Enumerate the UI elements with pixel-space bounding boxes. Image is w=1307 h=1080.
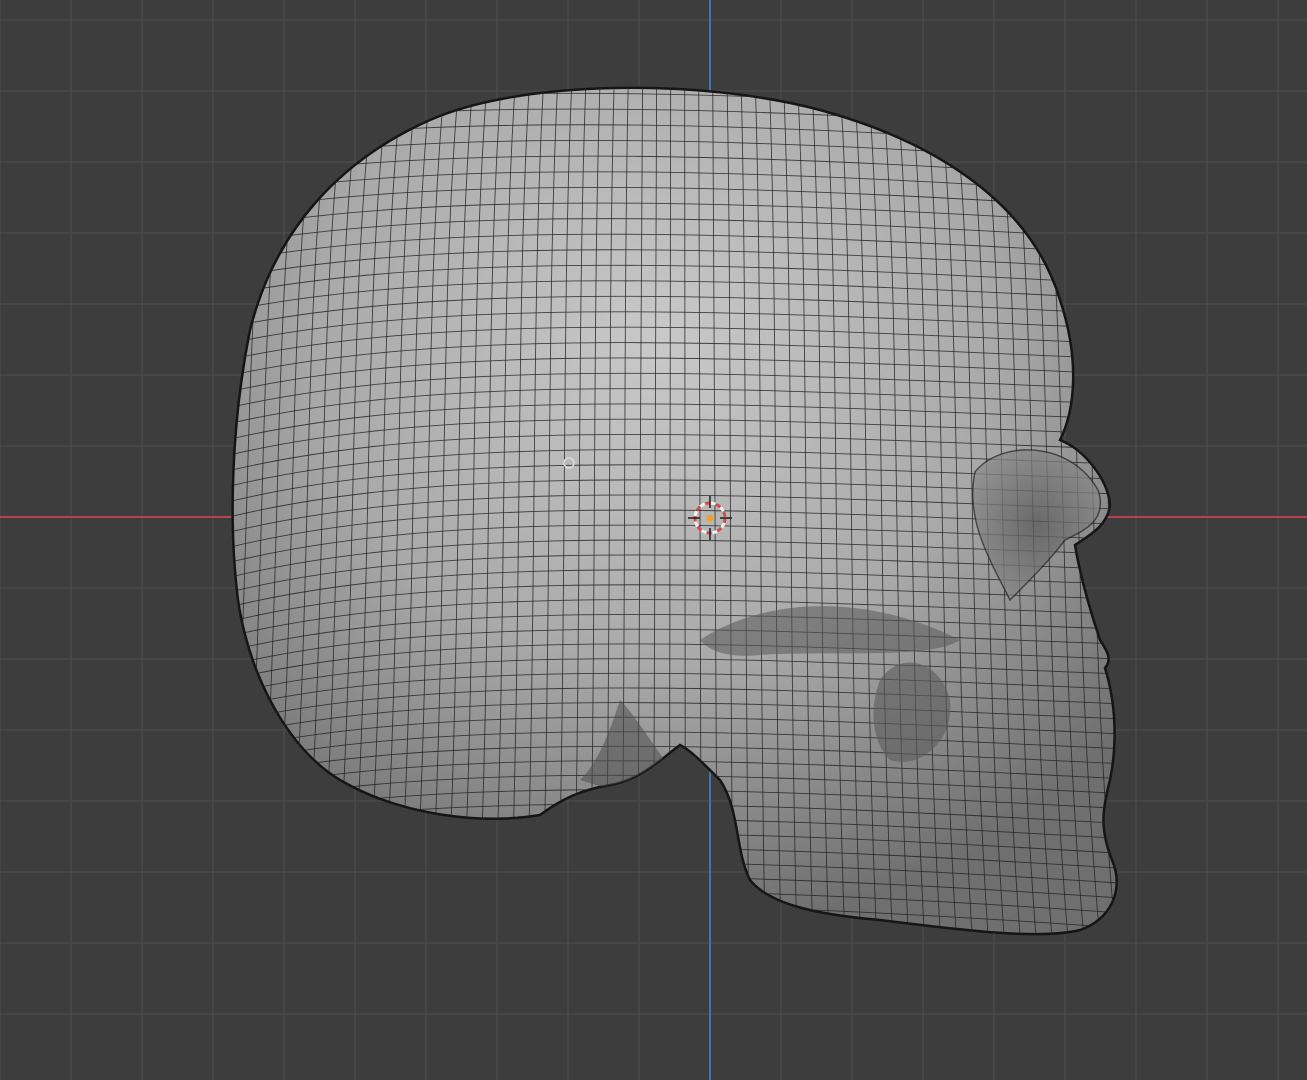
mesh-edge	[1132, 60, 1198, 960]
viewport-canvas[interactable]	[0, 0, 1307, 1080]
mesh-edge	[1103, 87, 1117, 935]
mesh-edge	[1118, 60, 1182, 960]
pivot-point-icon	[706, 514, 714, 522]
mesh-edge	[200, 948, 1150, 975]
3d-viewport[interactable]	[0, 0, 1307, 1080]
mesh-edge	[232, 932, 1117, 935]
mesh-edge	[232, 87, 1117, 91]
